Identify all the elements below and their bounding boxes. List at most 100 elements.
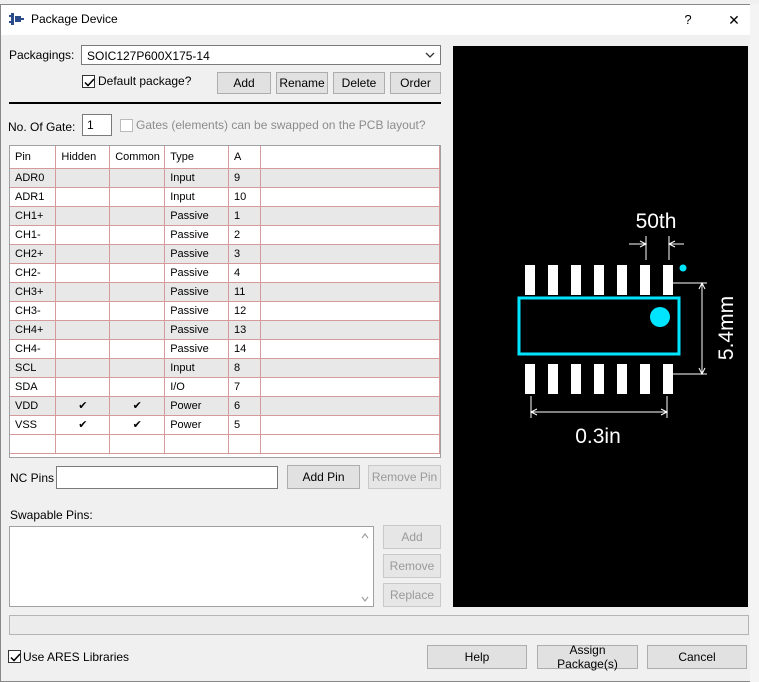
cell-pin[interactable]: SCL [10,358,57,378]
cell-common[interactable] [109,187,166,207]
cell-pin[interactable]: CH4- [10,339,57,359]
pin-table[interactable]: Pin Hidden Common Type A ADR0 Input 9 ADR1 I… [9,145,441,458]
cell-hidden[interactable] [55,358,111,378]
default-package-checkbox[interactable] [82,75,95,88]
table-row[interactable]: CH3- Passive 12 [10,301,440,321]
cell-hidden[interactable] [55,339,111,359]
column-header-a[interactable]: A [228,146,261,169]
table-row[interactable]: SDA I/O 7 [10,377,440,397]
cell-a[interactable]: 10 [228,187,261,207]
cell-type[interactable]: Input [164,168,229,188]
cell-pin[interactable]: CH2+ [10,244,57,264]
table-row[interactable]: CH1- Passive 2 [10,225,440,245]
scroll-up-icon[interactable] [360,530,370,540]
remove-pin-button[interactable]: Remove Pin [368,465,441,489]
cell-type[interactable]: Passive [164,206,229,226]
cell-a[interactable]: 8 [228,358,261,378]
cell-pin[interactable]: SDA [10,377,57,397]
cell-a[interactable]: 1 [228,206,261,226]
add-pin-button[interactable]: Add Pin [287,465,360,489]
cell-common[interactable] [109,358,166,378]
column-header-hidden[interactable]: Hidden [55,146,111,169]
cell-type[interactable]: I/O [164,377,229,397]
cell-hidden[interactable]: ✔ [55,415,111,435]
swap-replace-button[interactable]: Replace [383,583,441,607]
delete-package-button[interactable]: Delete [333,72,385,94]
cell-type[interactable]: Passive [164,225,229,245]
cell-pin[interactable]: VDD [10,396,57,416]
cell-a[interactable]: 7 [228,377,261,397]
swapable-pins-textarea[interactable] [9,526,374,607]
packagings-select[interactable]: SOIC127P600X175-14 [81,45,441,65]
table-row[interactable]: CH2- Passive 4 [10,263,440,283]
cell-pin[interactable]: CH4+ [10,320,57,340]
cell-hidden[interactable] [55,168,111,188]
table-row[interactable]: CH2+ Passive 3 [10,244,440,264]
cell-hidden[interactable] [55,187,111,207]
cell-a[interactable]: 13 [228,320,261,340]
cell-a[interactable]: 5 [228,415,261,435]
cell-pin[interactable]: CH1+ [10,206,57,226]
cell-pin[interactable]: CH2- [10,263,57,283]
cell-a[interactable]: 3 [228,244,261,264]
column-header-pin[interactable]: Pin [10,146,57,169]
cell-type[interactable]: Passive [164,339,229,359]
cell-pin[interactable]: CH3- [10,301,57,321]
cell-type[interactable]: Passive [164,282,229,302]
scroll-down-icon[interactable] [360,593,370,603]
column-header-common[interactable]: Common [109,146,166,169]
cell-common[interactable] [109,263,166,283]
cell-hidden[interactable] [55,301,111,321]
cell-hidden[interactable] [55,320,111,340]
cell-type[interactable]: Passive [164,320,229,340]
cell-common[interactable]: ✔ [109,415,166,435]
cell-a[interactable]: 4 [228,263,261,283]
column-header-type[interactable]: Type [164,146,229,169]
cell-hidden[interactable] [55,244,111,264]
cell-pin[interactable]: ADR1 [10,187,57,207]
cell-common[interactable] [109,377,166,397]
cell-pin[interactable]: CH3+ [10,282,57,302]
cell-common[interactable] [109,301,166,321]
cell-type[interactable]: Passive [164,301,229,321]
table-row[interactable]: CH4+ Passive 13 [10,320,440,340]
cell-a[interactable]: 9 [228,168,261,188]
cell-hidden[interactable] [55,282,111,302]
table-row[interactable]: SCL Input 8 [10,358,440,378]
add-package-button[interactable]: Add [217,72,271,94]
cell-common[interactable] [109,282,166,302]
table-row[interactable]: ADR0 Input 9 [10,168,440,188]
swap-add-button[interactable]: Add [383,525,441,549]
rename-package-button[interactable]: Rename [276,72,328,94]
cell-type[interactable]: Input [164,187,229,207]
help-icon[interactable]: ? [677,8,699,32]
cell-common[interactable] [109,168,166,188]
table-row[interactable]: VDD ✔ ✔ Power 6 [10,396,440,416]
close-icon[interactable]: ✕ [721,8,747,32]
table-row[interactable]: CH4- Passive 14 [10,339,440,359]
cell-hidden[interactable] [55,377,111,397]
order-package-button[interactable]: Order [390,72,441,94]
cell-type[interactable]: Power [164,396,229,416]
gates-input[interactable]: 1 [82,114,112,136]
cell-common[interactable]: ✔ [109,396,166,416]
cell-common[interactable] [109,225,166,245]
use-ares-checkbox[interactable] [8,650,21,663]
help-button[interactable]: Help [427,645,527,669]
swap-remove-button[interactable]: Remove [383,554,441,578]
gates-swap-checkbox[interactable] [120,119,133,132]
cell-hidden[interactable] [55,206,111,226]
assign-packages-button[interactable]: Assign Package(s) [537,643,638,671]
cell-a[interactable]: 11 [228,282,261,302]
table-row[interactable]: VSS ✔ ✔ Power 5 [10,415,440,435]
cell-type[interactable]: Power [164,415,229,435]
cell-a[interactable]: 6 [228,396,261,416]
cell-hidden[interactable]: ✔ [55,396,111,416]
cell-hidden[interactable] [55,263,111,283]
cell-common[interactable] [109,320,166,340]
cell-a[interactable]: 12 [228,301,261,321]
cell-common[interactable] [109,206,166,226]
cell-a[interactable]: 14 [228,339,261,359]
nc-pins-input[interactable] [56,466,278,489]
cell-type[interactable]: Input [164,358,229,378]
